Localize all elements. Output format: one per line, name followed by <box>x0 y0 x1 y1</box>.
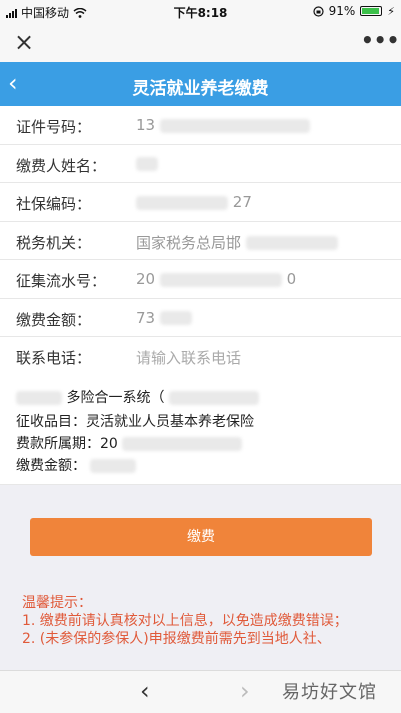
social-security-code-label: 社保编码： <box>16 195 92 213</box>
contact-phone-input[interactable]: 请输入联系电话 <box>136 347 241 368</box>
payment-form: 证件号码： 13 缴费人姓名： 社保编码： 27 税务机关： 国家税务总局邯 征… <box>0 106 401 376</box>
close-icon[interactable]: × <box>14 28 42 56</box>
payment-summary: 多险合一系统（ 征收品目：灵活就业人员基本养老保险 费款所属期：20 缴费金额： <box>0 375 401 485</box>
form-row-contact-phone[interactable]: 联系电话： 请输入联系电话 <box>0 337 401 376</box>
form-row-payer-name: 缴费人姓名： <box>0 145 401 183</box>
page-title: 灵活就业养老缴费 <box>132 79 269 99</box>
pay-button[interactable]: 缴费 <box>30 518 372 556</box>
lock-rotation-icon <box>312 5 324 17</box>
payer-name-value <box>136 155 158 173</box>
form-row-social-security-code: 社保编码： 27 <box>0 183 401 222</box>
social-security-code-value: 27 <box>136 193 252 211</box>
summary-system-line: 多险合一系统（ <box>16 387 259 407</box>
tips-item-2: 2. (未参保的参保人)申报缴费前需先到当地人社、 <box>22 631 331 647</box>
form-row-serial-number: 征集流水号： 20 0 <box>0 260 401 299</box>
summary-period-line: 费款所属期：20 <box>16 433 243 453</box>
form-row-id-number: 证件号码： 13 <box>0 106 401 145</box>
id-number-value: 13 <box>136 116 310 134</box>
payer-name-label: 缴费人姓名： <box>16 156 107 175</box>
form-row-tax-authority: 税务机关： 国家税务总局邯 <box>0 222 401 260</box>
summary-amount-line: 缴费金额： <box>16 455 137 475</box>
nav-forward-icon[interactable]: › <box>240 677 250 705</box>
charging-icon: ⚡ <box>387 4 395 18</box>
tax-authority-label: 税务机关： <box>16 233 92 252</box>
more-options-icon[interactable]: ••• <box>361 28 399 56</box>
nav-back-icon[interactable]: ‹ <box>140 677 150 705</box>
tax-authority-value: 国家税务总局邯 <box>136 232 338 253</box>
payment-amount-value: 73 <box>136 309 192 327</box>
battery-icon <box>360 6 383 16</box>
contact-phone-label: 联系电话： <box>16 349 92 367</box>
tips-title: 温馨提示： <box>22 595 92 611</box>
status-bar: 中国移动 下午8:18 91% ⚡ <box>0 0 401 22</box>
summary-item-line: 征收品目：灵活就业人员基本养老保险 <box>16 414 254 430</box>
webview-top-bar: × ••• <box>0 22 401 62</box>
tips-item-1: 1. 缴费前请认真核对以上信息，以免造成缴费错误； <box>22 613 348 629</box>
watermark-text: 易坊好文馆 <box>282 682 377 703</box>
payment-amount-label: 缴费金额： <box>16 310 92 329</box>
serial-number-label: 征集流水号： <box>16 272 107 290</box>
serial-number-value: 20 0 <box>136 270 297 288</box>
warm-tips: 温馨提示： 1. 缴费前请认真核对以上信息，以免造成缴费错误； 2. (未参保的… <box>22 594 382 648</box>
battery-percent: 91% <box>328 4 356 18</box>
id-number-label: 证件号码： <box>16 118 92 136</box>
app-header: ‹ 灵活就业养老缴费 <box>0 62 401 106</box>
form-row-payment-amount: 缴费金额： 73 <box>0 299 401 337</box>
